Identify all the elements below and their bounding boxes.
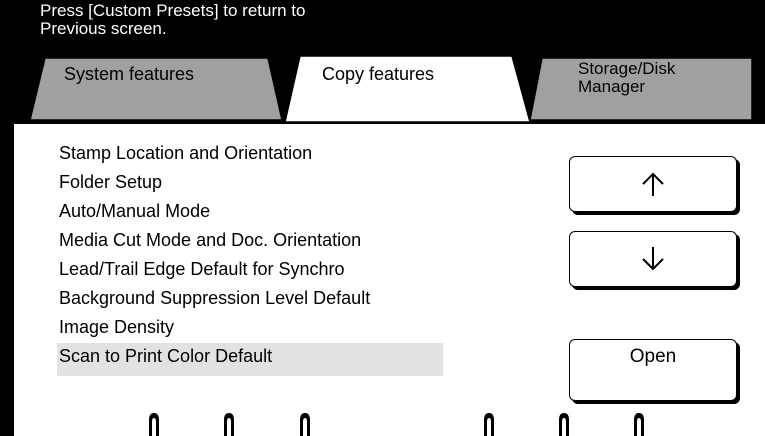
list-item-selected[interactable]: Scan to Print Color Default bbox=[57, 343, 479, 376]
indicator-icon bbox=[300, 413, 310, 436]
list-item[interactable]: Stamp Location and Orientation bbox=[59, 142, 479, 171]
list-item[interactable]: Media Cut Mode and Doc. Orientation bbox=[59, 229, 479, 258]
tab-system-features[interactable]: System features bbox=[64, 65, 194, 84]
feature-list: Stamp Location and Orientation Folder Se… bbox=[57, 142, 479, 376]
indicator-row bbox=[0, 412, 765, 436]
arrow-up-icon bbox=[642, 172, 664, 196]
tab-storage-disk-manager[interactable]: Storage/Disk Manager bbox=[578, 60, 675, 96]
indicator-icon bbox=[149, 413, 159, 436]
list-item[interactable]: Background Suppression Level Default bbox=[59, 287, 479, 316]
scroll-down-button[interactable] bbox=[569, 231, 737, 287]
list-item[interactable]: Image Density bbox=[59, 316, 479, 345]
open-button-label: Open bbox=[629, 346, 677, 367]
arrow-down-icon bbox=[642, 247, 664, 271]
indicator-icon bbox=[224, 413, 234, 436]
list-item[interactable]: Folder Setup bbox=[59, 171, 479, 200]
indicator-icon bbox=[559, 413, 569, 436]
scroll-up-button[interactable] bbox=[569, 156, 737, 212]
panel-top-border bbox=[14, 122, 765, 124]
list-item[interactable]: Auto/Manual Mode bbox=[59, 200, 479, 229]
open-button[interactable]: Open bbox=[569, 339, 737, 401]
indicator-icon bbox=[634, 413, 644, 436]
indicator-icon bbox=[484, 413, 494, 436]
list-item[interactable]: Lead/Trail Edge Default for Synchro bbox=[59, 258, 479, 287]
tab-copy-features[interactable]: Copy features bbox=[322, 65, 434, 84]
